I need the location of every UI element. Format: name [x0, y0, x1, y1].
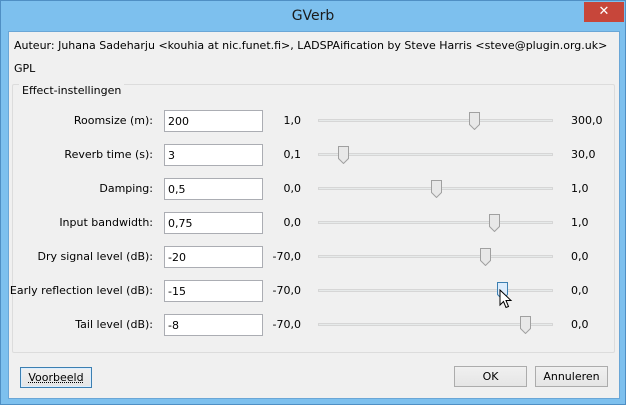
param-label: Dry signal level (dB):	[37, 250, 153, 263]
param-value-input[interactable]	[164, 144, 263, 166]
param-value-input[interactable]	[164, 212, 263, 234]
param-min-label: 0,0	[283, 182, 302, 195]
param-label: Roomsize (m):	[73, 114, 153, 127]
param-min-label: -70,0	[272, 284, 301, 297]
preview-button[interactable]: Voorbeeld	[20, 367, 92, 388]
license-text: GPL	[14, 62, 36, 75]
param-row: Roomsize (m): 1,0 300,0	[9, 110, 619, 134]
window-title: GVerb	[291, 8, 335, 24]
param-slider-track[interactable]	[318, 119, 553, 122]
param-min-label: 0,0	[283, 216, 302, 229]
param-max-label: 0,0	[571, 318, 589, 331]
mouse-cursor-icon	[499, 289, 513, 309]
param-slider-thumb[interactable]	[480, 248, 491, 266]
param-slider-thumb[interactable]	[338, 146, 349, 164]
param-label: Reverb time (s):	[64, 148, 153, 161]
param-row: Reverb time (s): 0,1 30,0	[9, 144, 619, 168]
close-icon: ✕	[598, 4, 610, 19]
param-row: Dry signal level (dB): -70,0 0,0	[9, 246, 619, 270]
author-text: Auteur: Juhana Sadeharju <kouhia at nic.…	[14, 39, 608, 52]
param-label: Tail level (dB):	[75, 318, 153, 331]
param-row: Input bandwidth: 0,0 1,0	[9, 212, 619, 236]
dialog-window: GVerb ✕ Auteur: Juhana Sadeharju <kouhia…	[0, 0, 626, 405]
cancel-button[interactable]: Annuleren	[535, 366, 608, 387]
param-row: Early reflection level (dB): -70,0 0,0	[9, 280, 619, 304]
ok-button[interactable]: OK	[454, 366, 527, 387]
param-label: Input bandwidth:	[59, 216, 153, 229]
param-label: Early reflection level (dB):	[9, 284, 153, 297]
title-bar[interactable]: GVerb ✕	[1, 1, 625, 31]
param-slider-track[interactable]	[318, 153, 553, 156]
param-value-input[interactable]	[164, 178, 263, 200]
param-min-label: -70,0	[272, 318, 301, 331]
group-label: Effect-instellingen	[19, 84, 125, 97]
param-slider-thumb[interactable]	[431, 180, 442, 198]
param-value-input[interactable]	[164, 314, 263, 336]
param-min-label: -70,0	[272, 250, 301, 263]
param-slider-track[interactable]	[318, 221, 553, 224]
param-min-label: 0,1	[283, 148, 302, 161]
ok-button-label: OK	[482, 370, 499, 383]
param-row: Damping: 0,0 1,0	[9, 178, 619, 202]
param-row: Tail level (dB): -70,0 0,0	[9, 314, 619, 338]
param-value-input[interactable]	[164, 110, 263, 132]
param-slider-track[interactable]	[318, 289, 553, 292]
param-max-label: 1,0	[571, 216, 589, 229]
param-slider-thumb[interactable]	[489, 214, 500, 232]
param-max-label: 0,0	[571, 284, 589, 297]
param-slider-track[interactable]	[318, 255, 553, 258]
dialog-content: Auteur: Juhana Sadeharju <kouhia at nic.…	[8, 31, 620, 399]
param-value-input[interactable]	[164, 280, 263, 302]
preview-button-label: Voorbeeld	[28, 371, 84, 384]
param-slider-thumb[interactable]	[469, 112, 480, 130]
param-max-label: 0,0	[571, 250, 589, 263]
param-max-label: 1,0	[571, 182, 589, 195]
close-button[interactable]: ✕	[584, 2, 624, 22]
param-slider-track[interactable]	[318, 323, 553, 326]
param-value-input[interactable]	[164, 246, 263, 268]
param-min-label: 1,0	[283, 114, 302, 127]
cancel-button-label: Annuleren	[543, 370, 600, 383]
param-max-label: 30,0	[571, 148, 596, 161]
param-slider-thumb[interactable]	[520, 316, 531, 334]
param-max-label: 300,0	[571, 114, 603, 127]
param-label: Damping:	[99, 182, 153, 195]
